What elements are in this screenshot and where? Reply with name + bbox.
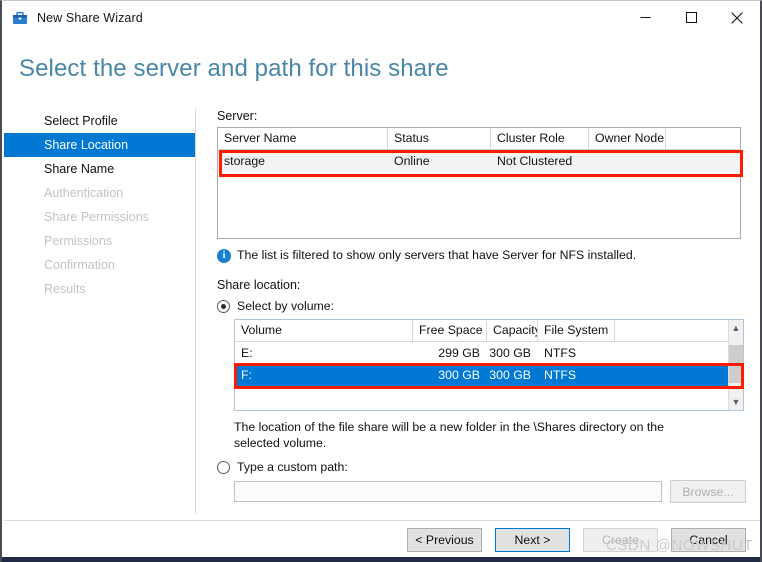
server-table[interactable]: Server Name Status Cluster Role Owner No… [217,127,741,239]
table-row[interactable]: E: 299 GB 300 GB NTFS [235,342,743,364]
volume-table-scrollbar[interactable]: ▲ ▼ [728,320,743,410]
title-bar: New Share Wizard [2,1,760,34]
cell-file-system: NTFS [544,368,577,382]
cell-free-space: 300 GB [438,368,480,382]
previous-button[interactable]: < Previous [407,527,482,552]
column-header-free-space[interactable]: Free Space [413,320,487,341]
create-button: Create [583,527,658,552]
close-icon[interactable] [714,2,760,34]
volume-note-text: The location of the file share will be a… [234,420,664,450]
radio-select-by-volume-indicator[interactable] [217,299,230,313]
column-header-file-system[interactable]: File System [538,320,615,341]
new-share-wizard-window: New Share Wizard Select the server and p… [0,0,762,562]
column-header-owner-node[interactable]: Owner Node [589,128,666,149]
radio-type-custom-path-label: Type a custom path: [237,460,348,474]
table-row[interactable]: storage Online Not Clustered [218,150,740,172]
sidebar-item-confirmation: Confirmation [44,258,115,272]
sidebar-item-select-profile[interactable]: Select Profile [4,109,195,133]
volume-table[interactable]: Volume Free Space Capacity File System E… [234,319,744,411]
info-message-text: The list is filtered to show only server… [237,248,637,262]
column-header-volume[interactable]: Volume [235,320,413,341]
radio-type-custom-path[interactable]: Type a custom path: [217,460,746,474]
radio-select-by-volume-label: Select by volume: [237,299,335,313]
cell-server-name: storage [224,154,266,168]
custom-path-input[interactable] [234,481,662,502]
next-button[interactable]: Next > [495,527,570,552]
sidebar-item-permissions: Permissions [44,234,113,248]
volume-table-wrapper: Volume Free Space Capacity File System E… [234,319,744,411]
chevron-up-icon[interactable]: ▲ [729,320,743,336]
cell-cluster-role: Not Clustered [497,154,573,168]
column-header-spacer [615,320,727,341]
custom-path-row: Browse... [234,480,746,503]
window-bottom-strip [2,557,760,562]
window-controls [622,2,760,34]
maximize-icon[interactable] [668,2,714,34]
scrollbar-thumb[interactable] [729,345,743,383]
window-title: New Share Wizard [37,10,143,25]
column-header-status[interactable]: Status [388,128,491,149]
info-message: i The list is filtered to show only serv… [217,248,746,263]
volume-table-header: Volume Free Space Capacity File System [235,320,743,342]
cancel-button[interactable]: Cancel [671,527,746,552]
cell-capacity: 300 GB [489,346,531,360]
column-header-spacer [666,128,740,149]
minimize-icon[interactable] [622,2,668,34]
chevron-down-icon[interactable]: ▼ [729,394,743,410]
radio-select-by-volume[interactable]: Select by volume: [217,299,746,313]
wizard-footer: < Previous Next > Create Cancel [2,521,760,558]
table-row[interactable]: F: 300 GB 300 GB NTFS [235,364,743,386]
cell-free-space: 299 GB [438,346,480,360]
sidebar-item-share-location[interactable]: Share Location [4,133,195,157]
toolbox-icon [11,9,29,27]
cell-volume: E: [241,346,253,360]
browse-button[interactable]: Browse... [670,480,746,503]
server-table-header: Server Name Status Cluster Role Owner No… [218,128,740,150]
cell-status: Online [394,154,430,168]
column-header-server-name[interactable]: Server Name [218,128,388,149]
share-location-label: Share location: [217,278,301,292]
sidebar-item-results: Results [44,282,86,296]
wizard-steps-sidebar: Select Profile Share Location Share Name… [4,109,196,514]
column-header-cluster-role[interactable]: Cluster Role [491,128,589,149]
info-icon: i [217,249,231,263]
sidebar-item-share-permissions: Share Permissions [44,210,149,224]
column-header-capacity[interactable]: Capacity [487,320,538,341]
sidebar-item-authentication: Authentication [44,186,124,200]
radio-type-custom-path-indicator[interactable] [217,460,230,474]
cell-file-system: NTFS [544,346,577,360]
cell-capacity: 300 GB [489,368,531,382]
cell-volume: F: [241,368,252,382]
page-title: Select the server and path for this shar… [19,55,449,82]
content-pane: Server: Server Name Status Cluster Role … [217,109,746,503]
sidebar-item-share-name[interactable]: Share Name [4,157,195,181]
server-label: Server: [217,109,258,123]
